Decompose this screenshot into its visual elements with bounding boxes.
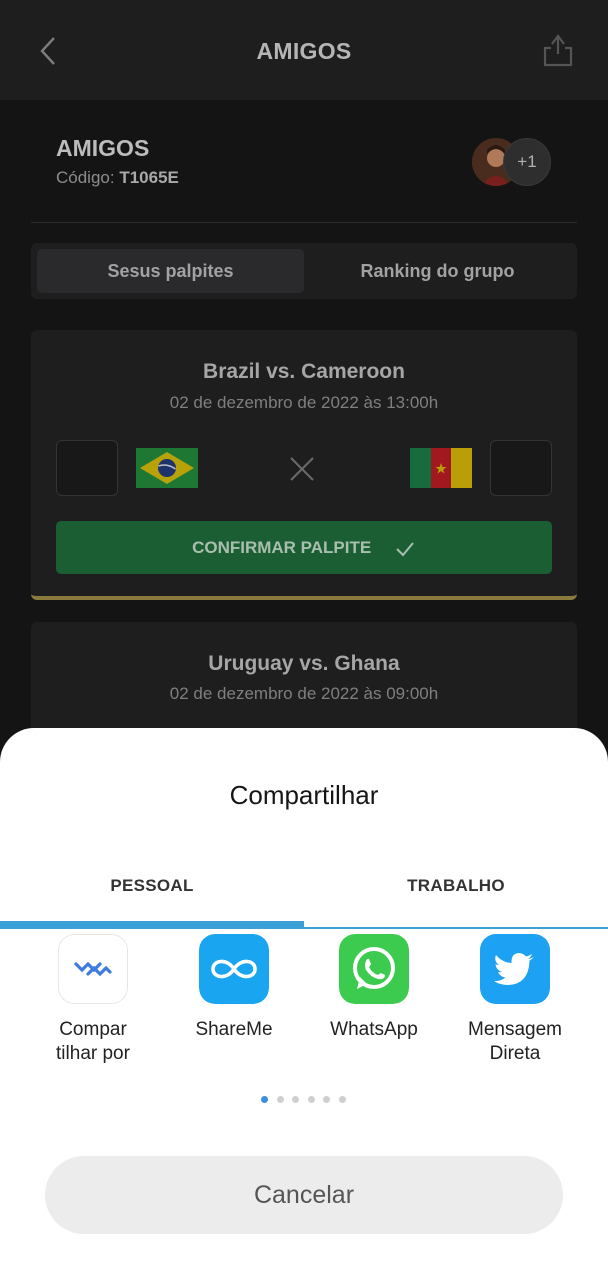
home-score-input[interactable] <box>56 440 118 496</box>
check-icon <box>396 541 414 556</box>
app-label: ShareMe <box>164 1018 304 1042</box>
app-label-line2: tilhar por <box>56 1043 130 1064</box>
group-name: AMIGOS <box>56 135 150 161</box>
share-sheet-title: Compartilhar <box>229 780 379 810</box>
page-dot[interactable] <box>292 1096 299 1103</box>
group-code: Código: T1065E <box>56 168 179 188</box>
share-target-twitter-direct-message[interactable]: Mensagem Direta <box>445 934 585 1066</box>
shareme-icon <box>199 934 269 1004</box>
brazil-flag-icon <box>136 448 198 488</box>
whatsapp-icon <box>339 934 409 1004</box>
member-count-badge[interactable]: +1 <box>503 138 551 186</box>
tab-sesus-palpites[interactable]: Sesus palpites <box>37 249 304 293</box>
twitter-icon <box>480 934 550 1004</box>
top-bar: AMIGOS <box>0 0 608 100</box>
match-title: Uruguay vs. Ghana <box>208 652 400 675</box>
match-date: 02 de dezembro de 2022 às 09:00h <box>169 684 439 703</box>
versus-icon <box>290 457 314 481</box>
match-title: Brazil vs. Cameroon <box>203 360 405 383</box>
tab-ranking-do-grupo[interactable]: Ranking do grupo <box>304 249 571 293</box>
app-label-line1: Compar <box>59 1019 127 1040</box>
share-target-shareme[interactable]: ShareMe <box>164 934 304 1042</box>
app-label: Mensagem Direta <box>445 1018 585 1066</box>
tab-trabalho[interactable]: TRABALHO <box>304 876 608 896</box>
away-score-input[interactable] <box>490 440 552 496</box>
group-code-label: Código: <box>56 168 115 187</box>
page-dot[interactable] <box>338 1096 346 1103</box>
page-dot[interactable] <box>307 1096 315 1103</box>
share-icon <box>543 34 573 67</box>
share-target-share-via[interactable]: Compar tilhar por <box>23 934 163 1066</box>
app-label: WhatsApp <box>304 1018 444 1042</box>
share-button[interactable] <box>540 32 576 68</box>
tab-bar: Sesus palpites Ranking do grupo <box>31 243 577 299</box>
page-dot[interactable] <box>323 1096 330 1103</box>
match-card: Brazil vs. Cameroon 02 de dezembro de 20… <box>31 330 577 600</box>
app-label-line1: WhatsApp <box>330 1019 418 1040</box>
share-target-whatsapp[interactable]: WhatsApp <box>304 934 444 1042</box>
app-label-line1: ShareMe <box>195 1019 273 1040</box>
group-code-value: T1065E <box>119 168 179 187</box>
page-title: AMIGOS <box>256 38 352 64</box>
page-dot[interactable] <box>261 1096 268 1103</box>
page-dot[interactable] <box>276 1096 284 1103</box>
cancel-button[interactable]: Cancelar <box>45 1156 563 1234</box>
divider <box>31 222 577 223</box>
app-label: Compar tilhar por <box>23 1018 163 1066</box>
cameroon-flag-icon <box>410 448 472 488</box>
confirm-prediction-button[interactable]: CONFIRMAR PALPITE <box>56 521 552 574</box>
app-label-line2: Direta <box>489 1043 541 1064</box>
share-sheet: Compartilhar PESSOAL TRABALHO Compar til… <box>0 728 608 1280</box>
tab-pessoal[interactable]: PESSOAL <box>0 876 304 896</box>
match-date: 02 de dezembro de 2022 às 13:00h <box>169 393 439 412</box>
share-via-icon <box>58 934 128 1004</box>
tab-selected-indicator <box>0 921 304 928</box>
confirm-prediction-label: CONFIRMAR PALPITE <box>192 538 372 557</box>
app-label-line1: Mensagem <box>468 1019 562 1040</box>
